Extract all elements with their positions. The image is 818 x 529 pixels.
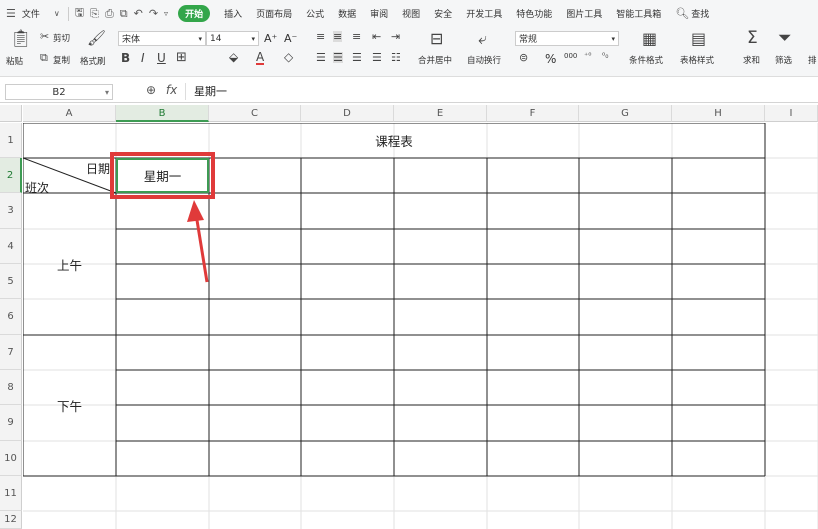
arrow-shaft — [194, 213, 209, 283]
annotation-overlay — [187, 200, 209, 283]
arrow-head — [187, 200, 204, 222]
